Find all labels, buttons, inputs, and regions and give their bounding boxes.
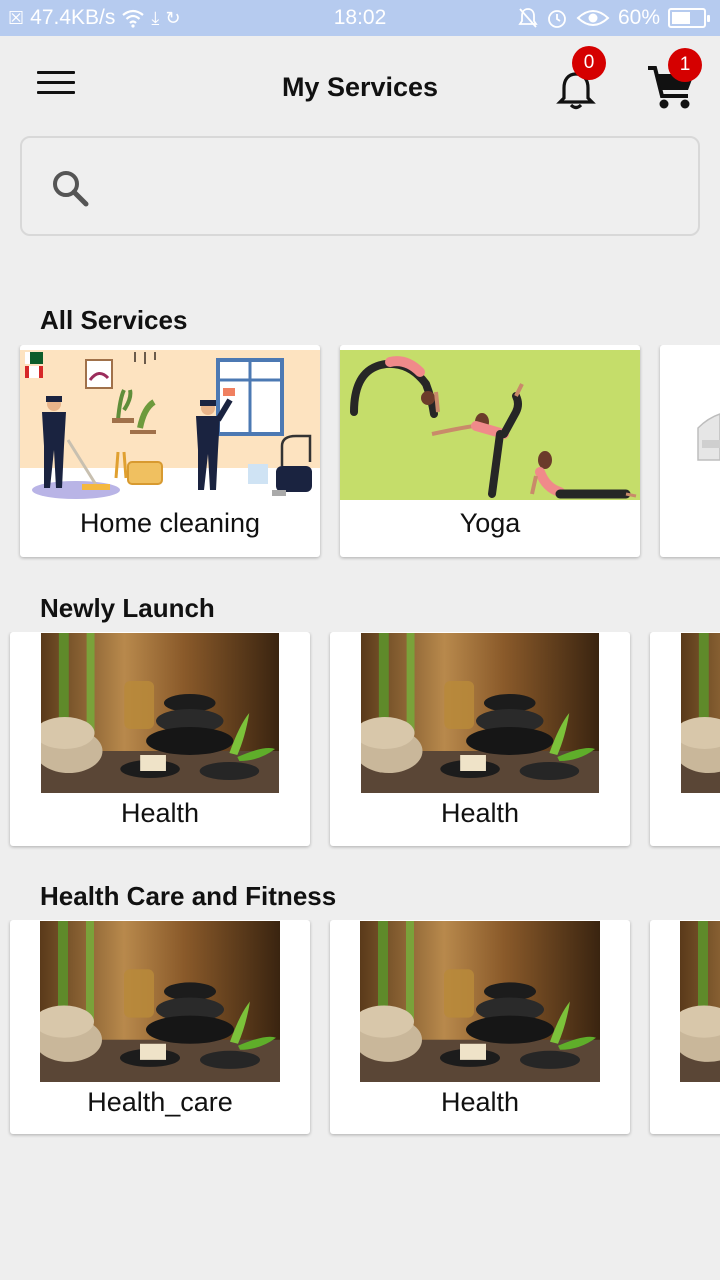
card-label: Home cleaning [79,508,261,538]
cart-badge: 1 [668,48,702,82]
card-label: Health [120,798,200,828]
search-box[interactable] [20,136,700,236]
spa-stones-image [41,633,279,793]
home-cleaning-image [20,350,320,500]
alarm-icon [548,10,566,28]
battery-percent: 60% [617,6,660,29]
card-label: Health [440,1087,520,1117]
newly-launch-card-1[interactable]: Health [10,632,310,846]
newly-launch-row[interactable]: Health Health [0,632,720,850]
yoga-image [340,350,640,500]
spa-stones-image [40,921,280,1082]
eye-icon [576,10,610,26]
section-title-all-services: All Services [40,305,188,335]
health-care-card-partial[interactable] [650,920,720,1134]
card-label: Health [440,798,520,828]
status-right: 60% [518,6,710,30]
search-icon [53,171,89,207]
card-label: Yoga [459,508,521,538]
health-care-card-1[interactable]: Health_care [10,920,310,1134]
newly-launch-card-2[interactable]: Health [330,632,630,846]
app-bar: My Services 0 1 [0,36,720,136]
section-title-health-care-fitness: Health Care and Fitness [40,881,337,911]
health-care-card-2[interactable]: Health [330,920,630,1134]
all-services-row[interactable]: Home cleaning Yoga [0,345,720,561]
service-card-home-cleaning[interactable]: Home cleaning [20,345,320,557]
spa-stones-image [680,921,720,1082]
notifications-button[interactable]: 0 [546,46,606,118]
battery-level [672,12,690,24]
service-card-partial[interactable] [660,345,720,557]
section-title-newly-launch: Newly Launch [40,593,215,623]
newly-launch-card-partial[interactable] [650,632,720,846]
bell-muted-icon [518,8,538,28]
spa-stones-image [361,633,599,793]
card-label: Health_care [87,1087,233,1117]
spa-stones-image [681,633,720,793]
health-care-row[interactable]: Health_care Health [0,920,720,1138]
car-image [660,350,720,500]
page-title: My Services [281,72,439,102]
search-input[interactable] [108,164,678,210]
spa-stones-image [360,921,600,1082]
notification-badge: 0 [572,46,606,80]
battery-icon [668,8,710,28]
cart-button[interactable]: 1 [642,48,702,118]
service-card-yoga[interactable]: Yoga [340,345,640,557]
status-bar: ☒ 47.4KB/s ⤓ ↻ 18:02 60% [0,0,720,36]
